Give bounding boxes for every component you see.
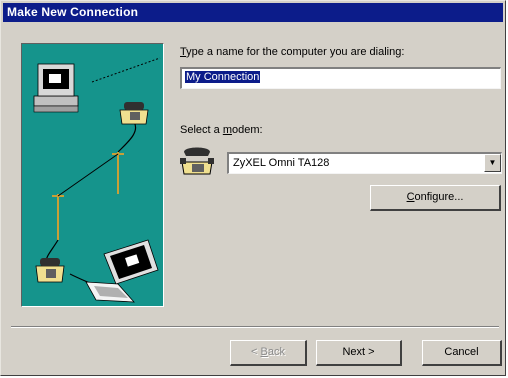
modem-select[interactable]: ZyXEL Omni TA128 ▼ [227, 152, 502, 174]
laptop-icon [85, 239, 159, 303]
telephone-icon [35, 258, 65, 283]
button-separator [11, 326, 499, 328]
connection-name-value: My Connection [185, 71, 261, 83]
back-button[interactable]: < Back [230, 340, 307, 366]
connection-illustration [21, 43, 164, 307]
next-button[interactable]: Next > [316, 340, 402, 366]
chevron-down-icon[interactable]: ▼ [484, 154, 501, 172]
dialog-title: Make New Connection [7, 5, 139, 19]
telephone-icon [119, 102, 149, 125]
modem-icon [180, 147, 214, 175]
connection-name-input[interactable]: My Connection [180, 67, 501, 89]
cancel-button[interactable]: Cancel [422, 340, 502, 366]
dialog-title-bar[interactable]: Make New Connection [3, 3, 503, 22]
modem-label: Select a modem: [180, 124, 263, 136]
modem-selected-value: ZyXEL Omni TA128 [233, 157, 330, 169]
name-field-label: Type a name for the computer you are dia… [180, 46, 405, 58]
configure-button[interactable]: Configure... [370, 185, 501, 211]
desktop-computer-icon [33, 63, 79, 113]
make-new-connection-dialog: Make New Connection Type a name for the … [0, 0, 506, 376]
